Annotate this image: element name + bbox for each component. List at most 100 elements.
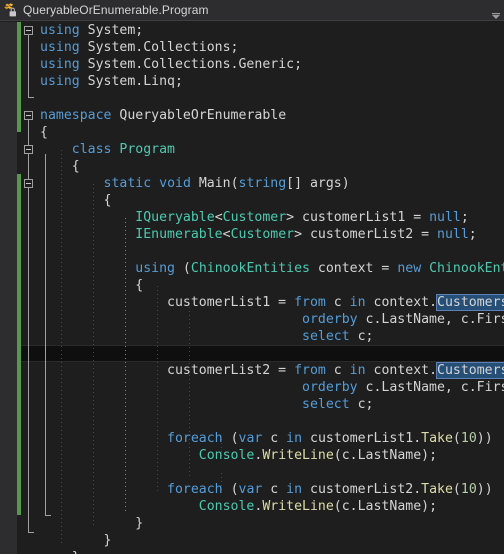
code-token: (c.LastName); xyxy=(333,448,438,463)
code-token: System.Collections.Generic; xyxy=(79,57,303,72)
code-token: namespace xyxy=(40,108,112,123)
code-line[interactable]: customerList1 = from c in context.Custom… xyxy=(40,294,504,311)
code-token: > customerList1 = xyxy=(286,210,430,225)
code-line[interactable]: } xyxy=(40,532,112,549)
code-token: c.LastName, c.FirstName xyxy=(365,312,504,327)
collapse-toggle-method[interactable] xyxy=(24,179,33,188)
code-token: System.Linq; xyxy=(79,74,183,89)
code-line[interactable]: using System.Collections; xyxy=(40,39,239,56)
code-token: 10 xyxy=(460,431,477,446)
collapse-toggle-class[interactable] xyxy=(24,145,33,154)
code-token: ( xyxy=(452,431,461,446)
code-token: var xyxy=(238,482,263,497)
code-line[interactable]: select c; xyxy=(40,328,373,345)
code-line[interactable]: { xyxy=(40,277,143,294)
code-line[interactable]: Console.WriteLine(c.LastName); xyxy=(40,447,437,464)
code-token: ChinookEntities xyxy=(190,261,310,276)
code-token: < xyxy=(222,227,231,242)
code-editor[interactable]: using System; using System.Collections; us… xyxy=(0,22,504,554)
code-token: c; xyxy=(349,397,374,412)
code-line[interactable]: using System.Collections.Generic; xyxy=(40,56,302,73)
code-token: Customer xyxy=(222,210,287,225)
code-line[interactable]: Console.WriteLine(c.LastName); xyxy=(40,498,437,515)
code-line[interactable]: using System; xyxy=(40,22,143,39)
code-token: { xyxy=(40,278,144,293)
code-token: c xyxy=(325,295,350,310)
code-token: < xyxy=(214,210,223,225)
code-line[interactable]: using (ChinookEntities context = new Chi… xyxy=(40,260,504,277)
code-line[interactable]: customerList2 = from c in context.Custom… xyxy=(40,362,504,379)
code-token: in xyxy=(286,482,303,497)
code-token: ( xyxy=(452,482,461,497)
code-token: c xyxy=(325,363,350,378)
code-token: [] args) xyxy=(286,176,350,191)
code-token: using xyxy=(40,40,80,55)
code-token: } xyxy=(40,550,80,554)
highlighted-symbol: Customers xyxy=(436,294,504,311)
code-token: from xyxy=(294,295,326,310)
code-token: > customerList2 = xyxy=(294,227,438,242)
navigation-bar: QueryableOrEnumerable.Program xyxy=(0,0,504,21)
code-token: Main( xyxy=(190,176,239,191)
code-token: orderby xyxy=(302,312,358,327)
code-token: )) xyxy=(476,482,493,497)
code-token: context = xyxy=(309,261,398,276)
code-token: from xyxy=(294,363,326,378)
collapse-toggle-namespace[interactable] xyxy=(24,111,33,120)
code-token: ; xyxy=(460,210,469,225)
code-token: select xyxy=(302,329,350,344)
code-surface[interactable]: using System; using System.Collections; us… xyxy=(40,22,504,554)
code-line[interactable]: static void Main(string[] args) xyxy=(40,175,350,192)
code-token: ( xyxy=(174,261,191,276)
code-line[interactable]: foreach (var c in customerList1.Take(10)… xyxy=(40,430,493,447)
code-token: Take xyxy=(421,431,453,446)
code-token: using xyxy=(135,261,175,276)
code-token: Take xyxy=(421,482,453,497)
code-token: select xyxy=(302,397,350,412)
code-token: using xyxy=(40,23,80,38)
code-token: c.LastName, c.FirstName xyxy=(365,380,504,395)
code-token: { xyxy=(40,125,48,140)
code-line[interactable]: orderby c.LastName, c.FirstName xyxy=(40,379,504,396)
code-line[interactable]: orderby c.LastName, c.FirstName xyxy=(40,311,504,328)
code-line[interactable]: } xyxy=(40,515,143,532)
code-token: WriteLine xyxy=(262,499,334,514)
code-line[interactable]: { xyxy=(40,158,80,175)
code-token: using xyxy=(40,74,80,89)
code-token: { xyxy=(40,193,112,208)
code-line[interactable]: { xyxy=(40,124,48,141)
code-token: System.Collections; xyxy=(79,40,239,55)
code-line[interactable]: select c; xyxy=(40,396,373,413)
code-line[interactable]: foreach (var c in customerList2.Take(10)… xyxy=(40,481,493,498)
code-line[interactable]: IQueryable<Customer> customerList1 = nul… xyxy=(40,209,469,226)
chevron-down-icon[interactable] xyxy=(491,6,501,19)
code-token: static xyxy=(103,176,152,191)
code-token: null xyxy=(437,227,469,242)
code-line[interactable]: namespace QueryableOrEnumerable xyxy=(40,107,286,124)
collapse-toggle-usings[interactable] xyxy=(24,26,33,35)
outlining-margin[interactable] xyxy=(21,22,40,554)
code-token: ( xyxy=(222,431,239,446)
code-token: context. xyxy=(365,363,438,378)
breadcrumb-title: QueryableOrEnumerable.Program xyxy=(23,3,209,17)
code-token: ( xyxy=(222,482,239,497)
code-line[interactable]: using System.Linq; xyxy=(40,73,183,90)
code-line[interactable]: class Program xyxy=(40,141,175,158)
code-line[interactable]: { xyxy=(40,192,112,209)
code-line[interactable]: IEnumerable<Customer> customerList2 = nu… xyxy=(40,226,476,243)
indicator-margin[interactable] xyxy=(0,22,17,554)
code-line[interactable]: } xyxy=(40,549,80,554)
